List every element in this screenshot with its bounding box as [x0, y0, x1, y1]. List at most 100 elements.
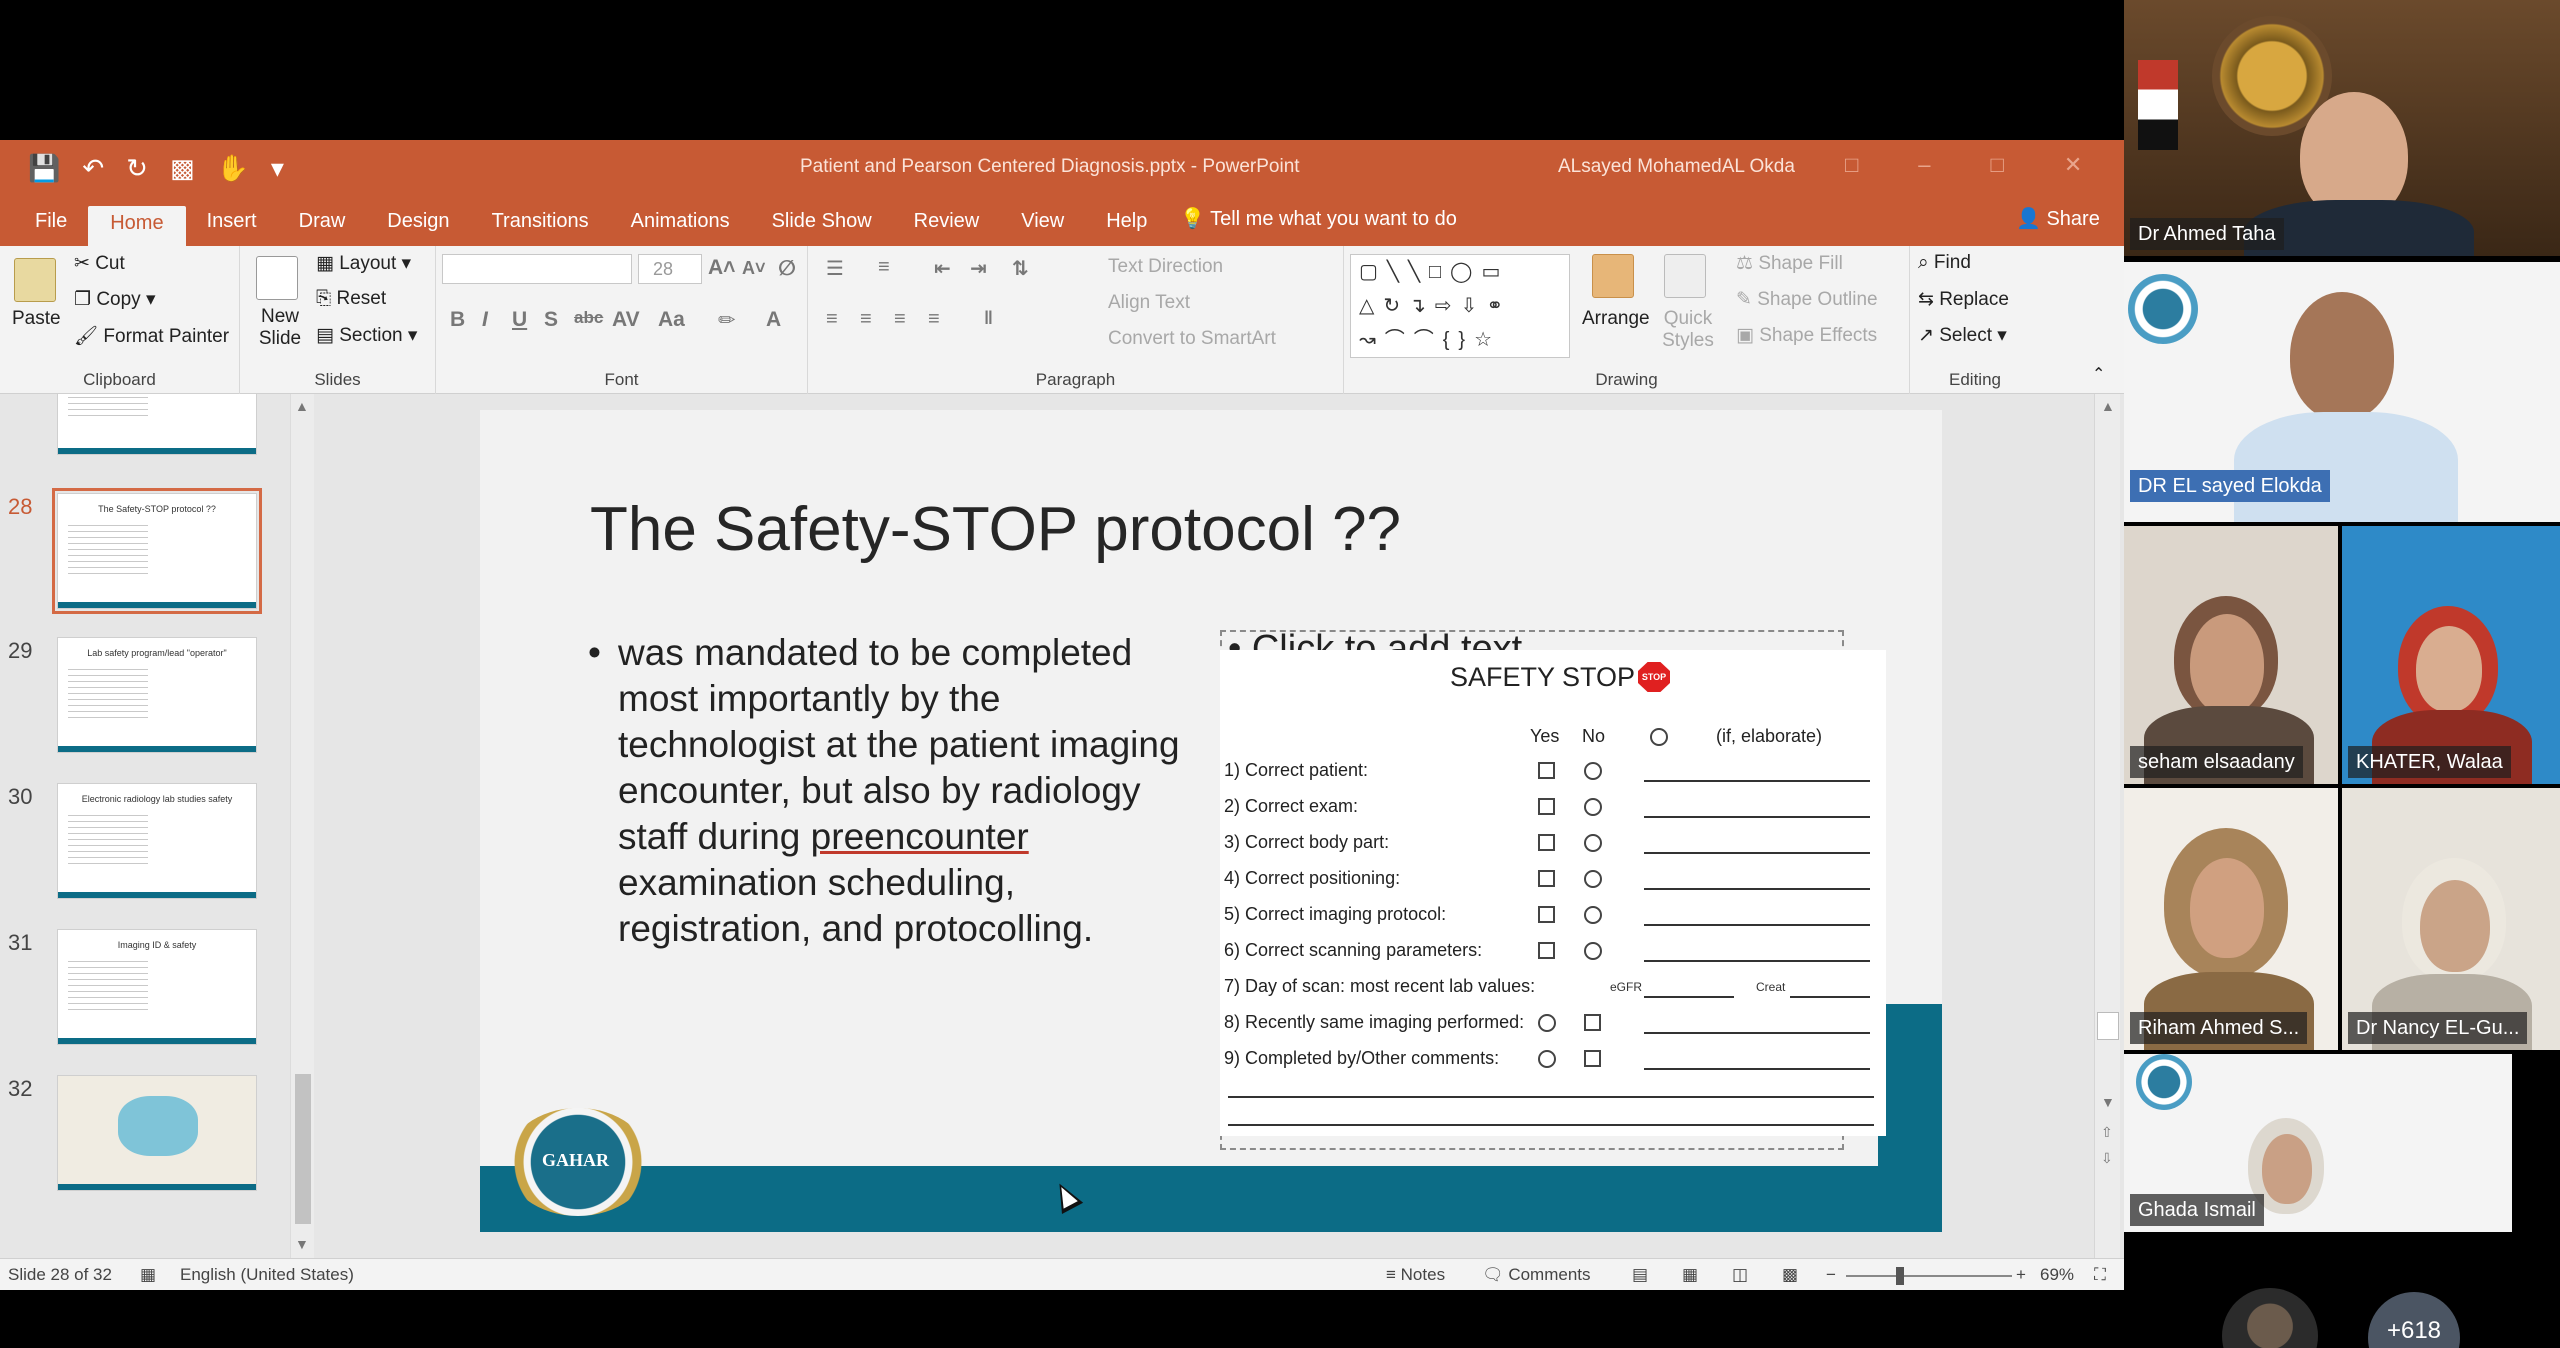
slide-scrollbar[interactable]: ▲ ▼ ⇧ ⇩ [2094, 394, 2120, 1258]
section-button[interactable]: ▤ Section ▾ [316, 324, 417, 347]
language-status[interactable]: English (United States) [180, 1265, 354, 1285]
undo-icon[interactable]: ↶ [82, 152, 104, 184]
tab-draw[interactable]: Draw [278, 206, 367, 246]
fit-to-window-icon[interactable]: ⛶ [2094, 1265, 2106, 1285]
tab-review[interactable]: Review [893, 206, 1001, 246]
slide-title[interactable]: The Safety-STOP protocol ?? [590, 494, 1401, 565]
tab-animations[interactable]: Animations [610, 206, 751, 246]
columns-icon[interactable]: ‖ [984, 308, 993, 329]
align-text-button[interactable]: Align Text [1108, 292, 1190, 314]
find-button[interactable]: ⌕ Find [1918, 252, 1971, 274]
next-slide-icon[interactable]: ⇩ [2101, 1150, 2113, 1167]
spelling-icon[interactable]: ▦ [140, 1265, 156, 1285]
arrange-button[interactable]: Arrange [1582, 308, 1650, 330]
video-tile[interactable]: DR EL sayed Elokda [2124, 262, 2560, 522]
touch-mode-icon[interactable]: ✋ [217, 152, 249, 184]
collapse-ribbon-icon[interactable]: ⌃ [2092, 364, 2105, 384]
zoom-level[interactable]: 69% [2040, 1265, 2074, 1285]
text-direction-button[interactable]: Text Direction [1108, 256, 1223, 278]
new-slide-icon[interactable] [256, 256, 298, 300]
convert-smartart-button[interactable]: Convert to SmartArt [1108, 328, 1276, 350]
zoom-in-icon[interactable]: + [2016, 1265, 2026, 1285]
layout-button[interactable]: ▦ Layout ▾ [316, 252, 411, 275]
zoom-slider[interactable] [1846, 1275, 2012, 1277]
justify-icon[interactable]: ≡ [928, 308, 940, 331]
shadow-icon[interactable]: S [544, 308, 558, 332]
quick-styles-icon[interactable] [1664, 254, 1706, 298]
clear-formatting-icon[interactable]: ∅ [778, 256, 796, 281]
video-tile[interactable]: Dr Ahmed Taha [2124, 0, 2560, 256]
video-tile[interactable]: seham elsaadany [2124, 526, 2338, 784]
scrollbar-thumb[interactable] [2097, 1012, 2119, 1040]
slide-thumbnail-29[interactable]: Lab safety program/lead "operator" [58, 638, 256, 752]
maximize-icon[interactable]: □ [1991, 152, 2004, 178]
tab-design[interactable]: Design [366, 206, 470, 246]
close-icon[interactable]: ✕ [2064, 152, 2082, 178]
tab-view[interactable]: View [1000, 206, 1085, 246]
zoom-slider-thumb[interactable] [1896, 1267, 1904, 1285]
scroll-down-icon[interactable]: ▼ [2101, 1094, 2115, 1110]
bullets-icon[interactable]: ☰ [826, 256, 844, 281]
slide-bullet[interactable]: • was mandated to be completed most impo… [588, 630, 1180, 952]
slide-thumbnail-31[interactable]: Imaging ID & safety [58, 930, 256, 1044]
bold-icon[interactable]: B [450, 308, 465, 332]
reading-view-icon[interactable]: ◫ [1732, 1265, 1748, 1285]
thumbnails-scrollbar[interactable]: ▲ ▼ [290, 394, 314, 1258]
strikethrough-icon[interactable]: abc [574, 308, 603, 328]
ribbon-display-icon[interactable]: □ [1845, 152, 1858, 178]
quick-styles-button[interactable]: Quick Styles [1656, 308, 1720, 352]
font-size-combo[interactable]: 28 [638, 254, 702, 284]
decrease-indent-icon[interactable]: ⇤ [934, 256, 951, 281]
italic-icon[interactable]: I [482, 308, 488, 332]
tab-slide-show[interactable]: Slide Show [751, 206, 893, 246]
customize-qat-icon[interactable]: ▾ [271, 152, 284, 184]
slide-thumbnail-27[interactable] [58, 394, 256, 454]
slide-sorter-icon[interactable]: ▦ [1682, 1265, 1698, 1285]
safety-stop-form[interactable]: SAFETY STOP STOP Yes No (if, elaborate) … [1220, 650, 1886, 1136]
arrange-icon[interactable] [1592, 254, 1634, 298]
increase-indent-icon[interactable]: ⇥ [970, 256, 987, 281]
format-painter-button[interactable]: 🖌 Format Painter [74, 324, 229, 348]
share-button[interactable]: 👤 Share [2016, 206, 2100, 231]
current-slide[interactable]: The Safety-STOP protocol ?? • was mandat… [480, 410, 1942, 1232]
video-tile[interactable]: Riham Ahmed S... [2124, 788, 2338, 1050]
slide-thumbnail-30[interactable]: Electronic radiology lab studies safety [58, 784, 256, 898]
cut-button[interactable]: ✂ Cut [74, 252, 125, 275]
scrollbar-thumb[interactable] [295, 1074, 311, 1224]
select-button[interactable]: ↗ Select ▾ [1918, 324, 2007, 347]
font-name-combo[interactable] [442, 254, 632, 284]
zoom-out-icon[interactable]: − [1826, 1265, 1836, 1285]
numbering-icon[interactable]: ≡ [878, 256, 890, 279]
shapes-gallery[interactable]: ▢╲╲□◯▭ △↻↴⇨⇩⚭ ↝⌒⌒{}☆ [1350, 254, 1570, 358]
video-tile[interactable]: Ghada Ismail [2124, 1054, 2512, 1232]
shape-effects-button[interactable]: ▣ Shape Effects [1736, 324, 1877, 347]
paste-button[interactable]: Paste [12, 308, 61, 330]
copy-button[interactable]: ❐ Copy ▾ [74, 288, 156, 311]
tab-help[interactable]: Help [1085, 206, 1168, 246]
char-spacing-icon[interactable]: AV [612, 308, 640, 332]
scroll-up-icon[interactable]: ▲ [295, 398, 309, 414]
previous-slide-icon[interactable]: ⇧ [2101, 1124, 2113, 1141]
paste-icon[interactable] [14, 258, 56, 302]
slide-thumbnail-32[interactable] [58, 1076, 256, 1190]
align-left-icon[interactable]: ≡ [826, 308, 838, 331]
underline-icon[interactable]: U [512, 308, 527, 332]
minimize-icon[interactable]: – [1918, 152, 1930, 178]
tab-file[interactable]: File [14, 206, 88, 246]
shape-outline-button[interactable]: ✎ Shape Outline [1736, 288, 1878, 311]
normal-view-icon[interactable]: ▤ [1632, 1265, 1648, 1285]
change-case-icon[interactable]: Aa [658, 308, 685, 332]
highlight-icon[interactable]: ✏ [718, 308, 736, 333]
video-tile[interactable]: KHATER, Walaa [2342, 526, 2560, 784]
scroll-down-icon[interactable]: ▼ [295, 1236, 309, 1252]
redo-icon[interactable]: ↻ [126, 152, 148, 184]
signed-in-user[interactable]: ALsayed MohamedAL Okda [1558, 156, 1795, 178]
slideshow-view-icon[interactable]: ▩ [1782, 1265, 1798, 1285]
reset-button[interactable]: ⎘ Reset [316, 288, 386, 310]
shape-fill-button[interactable]: ⚖ Shape Fill [1736, 252, 1843, 275]
shrink-font-icon[interactable]: A˅ [742, 258, 766, 279]
save-icon[interactable]: 💾 [28, 152, 60, 184]
font-color-icon[interactable]: A [766, 308, 781, 332]
grow-font-icon[interactable]: A˄ [708, 256, 735, 280]
tab-insert[interactable]: Insert [186, 206, 278, 246]
